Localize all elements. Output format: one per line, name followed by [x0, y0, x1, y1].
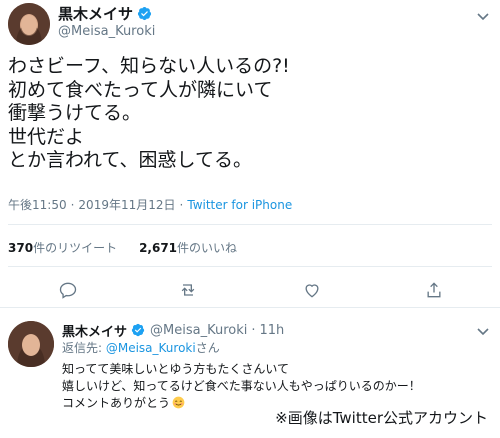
tweet-text-line: とか言われて、困惑してる。 — [8, 149, 252, 171]
divider — [8, 224, 492, 225]
avatar[interactable] — [8, 3, 50, 45]
retweets-label: 件のリツイート — [33, 241, 118, 255]
reply-text-line: 嬉しいけど、知ってるけど食べた事ない人もやっぱりいるのかー！ — [62, 379, 421, 393]
divider — [8, 266, 492, 267]
tweet-source-link[interactable]: Twitter for iPhone — [187, 198, 292, 212]
reply-mention-link[interactable]: @Meisa_Kuroki — [106, 341, 196, 355]
image-credit-caption: ※画像はTwitter公式アカウント — [271, 405, 492, 430]
display-name[interactable]: 黒木メイサ — [58, 3, 133, 24]
author-name-row: 黒木メイサ — [58, 3, 152, 24]
likes-stat[interactable]: 2,671件のいいね — [139, 239, 237, 256]
like-icon[interactable] — [302, 280, 322, 300]
reply-text-line: 知ってて美味しいとゆう方もたくさんいて — [62, 362, 290, 376]
share-icon[interactable] — [424, 280, 444, 300]
retweets-stat[interactable]: 370件のリツイート — [8, 239, 117, 256]
author-handle[interactable]: @Meisa_Kuroki — [58, 24, 155, 39]
tweet-age[interactable]: 11h — [260, 323, 285, 338]
main-tweet: 黒木メイサ @Meisa_Kuroki わさビーフ、知らない人いるの?! 初めて… — [0, 0, 500, 308]
tweet-text: わさビーフ、知らない人いるの?! 初めて食べたって人が隣にいて 衝撃うけてる。 … — [8, 55, 290, 173]
verified-badge-icon — [131, 323, 146, 338]
reply-icon[interactable] — [58, 280, 78, 300]
tweet-text-line: 衝撃うけてる。 — [8, 102, 142, 124]
reply-author-row: 黒木メイサ @Meisa_Kuroki · 11h — [62, 321, 284, 340]
tweet-date[interactable]: 2019年11月12日 — [78, 196, 175, 213]
reply-prefix: 返信先: — [62, 341, 106, 355]
display-name[interactable]: 黒木メイサ — [62, 321, 127, 340]
tweet-text-line: わさビーフ、知らない人いるの?! — [8, 55, 290, 77]
tweet-time[interactable]: 午後11:50 — [8, 196, 67, 213]
tweet-text-line: 世代だよ — [8, 125, 85, 148]
smiling-face-emoji — [172, 396, 185, 409]
tweet-meta: 午後11:50 · 2019年11月12日 · Twitter for iPho… — [8, 196, 292, 213]
chevron-down-icon[interactable] — [476, 323, 490, 337]
retweet-icon[interactable] — [178, 280, 198, 300]
meta-separator: · — [179, 197, 184, 212]
tweet-actions — [0, 280, 500, 304]
tweet-stats: 370件のリツイート 2,671件のいいね — [8, 239, 237, 256]
reply-text-line: コメントありがとう — [62, 396, 171, 410]
tweet-text-line: 初めて食べたって人が隣にいて — [8, 78, 273, 101]
avatar[interactable] — [8, 321, 54, 367]
retweets-count: 370 — [8, 241, 34, 255]
author-handle[interactable]: @Meisa_Kuroki — [150, 323, 247, 338]
reply-suffix: さん — [195, 341, 220, 355]
replying-to: 返信先: @Meisa_Kurokiさん — [62, 339, 220, 356]
verified-badge-icon — [137, 6, 152, 21]
likes-count: 2,671 — [139, 241, 178, 255]
chevron-down-icon[interactable] — [476, 8, 490, 22]
meta-separator: · — [251, 323, 256, 338]
likes-label: 件のいいね — [177, 241, 238, 255]
meta-separator: · — [70, 197, 75, 212]
